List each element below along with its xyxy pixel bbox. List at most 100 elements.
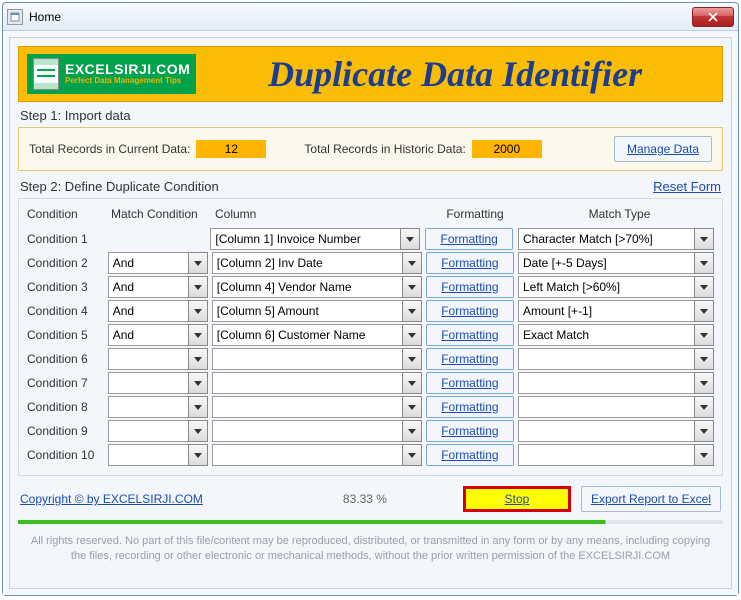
column-input[interactable] [212,324,402,346]
matchtype-combo[interactable] [518,420,714,442]
column-input[interactable] [212,276,402,298]
column-input[interactable] [212,252,402,274]
column-input[interactable] [210,228,400,250]
dropdown-icon[interactable] [188,396,208,418]
formatting-button[interactable]: Formatting [426,252,514,274]
match-condition-combo[interactable] [108,300,208,322]
matchtype-input[interactable] [518,444,694,466]
formatting-button[interactable]: Formatting [426,348,514,370]
match-condition-combo[interactable] [108,420,208,442]
copyright-link[interactable]: Copyright © by EXCELSIRJI.COM [20,492,203,506]
match-condition-input[interactable] [108,324,188,346]
reset-form-link[interactable]: Reset Form [653,179,721,194]
dropdown-icon[interactable] [694,348,714,370]
formatting-button[interactable]: Formatting [426,300,514,322]
formatting-button[interactable]: Formatting [426,444,514,466]
match-condition-combo[interactable] [108,372,208,394]
column-input[interactable] [212,396,402,418]
matchtype-combo[interactable] [518,276,714,298]
column-combo[interactable] [212,420,422,442]
matchtype-input[interactable] [518,372,694,394]
dropdown-icon[interactable] [694,372,714,394]
match-condition-input[interactable] [108,396,188,418]
formatting-button[interactable]: Formatting [425,228,513,250]
match-condition-combo[interactable] [108,324,208,346]
matchtype-combo[interactable] [518,444,714,466]
formatting-button[interactable]: Formatting [426,396,514,418]
match-condition-input[interactable] [108,444,188,466]
dropdown-icon[interactable] [188,252,208,274]
dropdown-icon[interactable] [402,252,422,274]
column-combo[interactable] [212,372,422,394]
match-condition-input[interactable] [108,300,188,322]
match-condition-input[interactable] [108,276,188,298]
match-condition-input[interactable] [108,372,188,394]
matchtype-combo[interactable] [518,348,714,370]
dropdown-icon[interactable] [402,348,422,370]
dropdown-icon[interactable] [188,372,208,394]
formatting-button[interactable]: Formatting [426,324,514,346]
formatting-button[interactable]: Formatting [426,276,514,298]
dropdown-icon[interactable] [694,444,714,466]
matchtype-input[interactable] [518,348,694,370]
dropdown-icon[interactable] [402,372,422,394]
column-combo[interactable] [212,324,422,346]
dropdown-icon[interactable] [402,300,422,322]
column-combo[interactable] [212,348,422,370]
dropdown-icon[interactable] [188,420,208,442]
matchtype-input[interactable] [518,324,694,346]
formatting-button[interactable]: Formatting [426,372,514,394]
dropdown-icon[interactable] [694,228,714,250]
match-condition-combo[interactable] [108,276,208,298]
dropdown-icon[interactable] [402,396,422,418]
matchtype-input[interactable] [518,252,694,274]
dropdown-icon[interactable] [402,276,422,298]
dropdown-icon[interactable] [188,276,208,298]
dropdown-icon[interactable] [188,300,208,322]
dropdown-icon[interactable] [694,420,714,442]
column-combo[interactable] [212,300,422,322]
formatting-button[interactable]: Formatting [426,420,514,442]
manage-data-button[interactable]: Manage Data [614,136,712,162]
column-combo[interactable] [212,444,422,466]
column-combo[interactable] [212,252,422,274]
matchtype-input[interactable] [518,420,694,442]
column-input[interactable] [212,372,402,394]
match-condition-combo[interactable] [108,396,208,418]
matchtype-combo[interactable] [518,300,714,322]
match-condition-combo[interactable] [108,252,208,274]
matchtype-input[interactable] [518,300,694,322]
matchtype-combo[interactable] [518,372,714,394]
matchtype-combo[interactable] [518,252,714,274]
dropdown-icon[interactable] [694,300,714,322]
matchtype-combo[interactable] [518,228,714,250]
close-button[interactable] [692,7,734,27]
dropdown-icon[interactable] [400,228,420,250]
dropdown-icon[interactable] [694,276,714,298]
dropdown-icon[interactable] [188,444,208,466]
matchtype-input[interactable] [518,276,694,298]
match-condition-input[interactable] [108,348,188,370]
dropdown-icon[interactable] [402,420,422,442]
column-input[interactable] [212,420,402,442]
column-input[interactable] [212,300,402,322]
dropdown-icon[interactable] [694,396,714,418]
matchtype-input[interactable] [518,228,694,250]
dropdown-icon[interactable] [694,324,714,346]
export-button[interactable]: Export Report to Excel [581,486,721,512]
dropdown-icon[interactable] [402,324,422,346]
column-combo[interactable] [212,396,422,418]
dropdown-icon[interactable] [402,444,422,466]
match-condition-combo[interactable] [108,444,208,466]
matchtype-input[interactable] [518,396,694,418]
column-input[interactable] [212,348,402,370]
column-input[interactable] [212,444,402,466]
column-combo[interactable] [210,228,420,250]
matchtype-combo[interactable] [518,396,714,418]
dropdown-icon[interactable] [694,252,714,274]
column-combo[interactable] [212,276,422,298]
match-condition-input[interactable] [108,420,188,442]
matchtype-combo[interactable] [518,324,714,346]
match-condition-combo[interactable] [108,348,208,370]
dropdown-icon[interactable] [188,348,208,370]
